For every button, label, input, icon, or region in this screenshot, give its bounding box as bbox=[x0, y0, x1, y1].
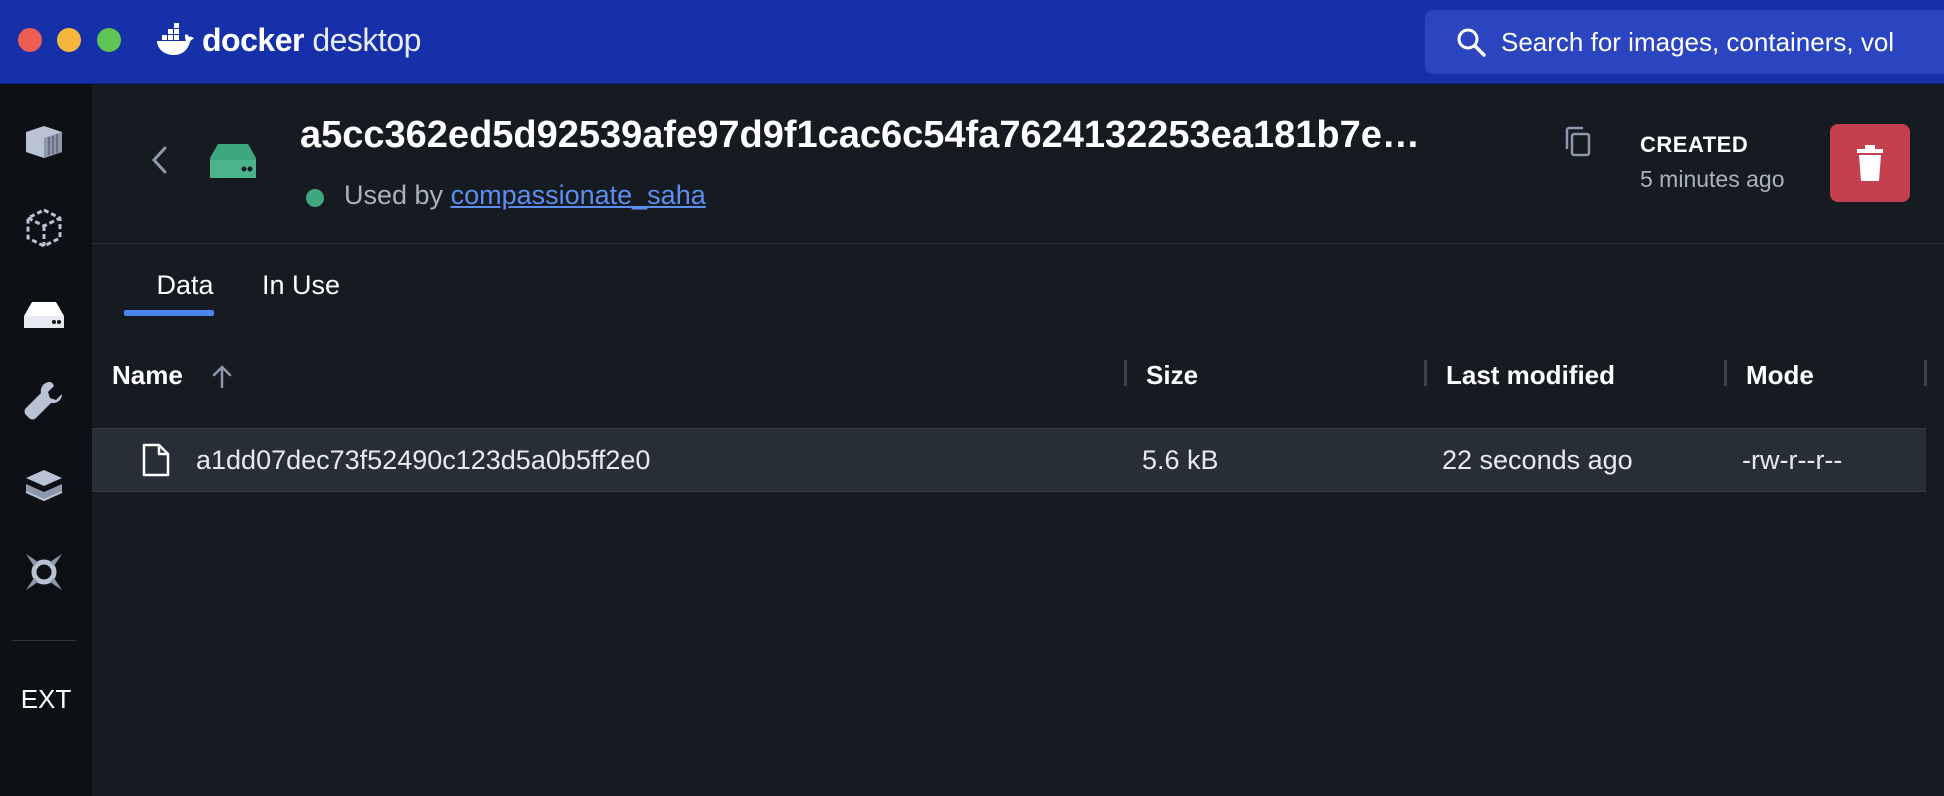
back-button[interactable] bbox=[142, 142, 178, 178]
column-resize-handle[interactable] bbox=[1924, 360, 1927, 386]
used-by-text: Used by compassionate_saha bbox=[344, 180, 706, 210]
docker-whale-icon bbox=[157, 23, 194, 55]
chevron-left-icon bbox=[151, 146, 167, 174]
file-size: 5.6 kB bbox=[1142, 445, 1219, 475]
sidebar: EXT bbox=[0, 84, 92, 796]
table-header: Name Size Last modified Mode bbox=[92, 334, 1944, 428]
column-header-last-modified[interactable]: Last modified bbox=[1446, 360, 1615, 391]
volume-title: a5cc362ed5d92539afe97d9f1cac6c54fa762413… bbox=[300, 114, 1420, 156]
scout-icon bbox=[26, 554, 62, 590]
global-search-bar[interactable]: Search for images, containers, vol bbox=[1425, 10, 1944, 74]
trash-icon bbox=[1857, 145, 1883, 181]
file-last-modified: 22 seconds ago bbox=[1442, 445, 1633, 475]
brand-name: docker desktop bbox=[202, 21, 421, 58]
status-indicator bbox=[306, 189, 324, 207]
tab-data[interactable]: Data bbox=[140, 270, 230, 301]
sidebar-extensions-label[interactable]: EXT bbox=[0, 684, 92, 715]
title-bar: docker desktop Search for images, contai… bbox=[0, 0, 1944, 84]
created-value: 5 minutes ago bbox=[1640, 166, 1785, 192]
column-resize-handle[interactable] bbox=[1424, 360, 1427, 386]
sort-ascending-icon[interactable] bbox=[208, 363, 236, 391]
column-header-mode[interactable]: Mode bbox=[1746, 360, 1814, 391]
volumes-icon bbox=[24, 302, 64, 328]
used-by-container-link[interactable]: compassionate_saha bbox=[451, 180, 706, 210]
tab-bar: Data In Use bbox=[92, 244, 1944, 334]
column-resize-handle[interactable] bbox=[1724, 360, 1727, 386]
maximize-window-button[interactable] bbox=[97, 28, 121, 52]
files-table: Name Size Last modified Mode a1dd07dec73… bbox=[92, 334, 1944, 492]
copy-icon bbox=[1565, 126, 1591, 157]
delete-volume-button[interactable] bbox=[1830, 124, 1910, 202]
file-mode: -rw-r--r-- bbox=[1742, 445, 1843, 475]
table-row[interactable]: a1dd07dec73f52490c123d5a0b5ff2e0 5.6 kB … bbox=[92, 428, 1926, 492]
containers-icon bbox=[26, 126, 62, 158]
wrench-icon bbox=[24, 382, 62, 420]
column-header-size[interactable]: Size bbox=[1146, 360, 1198, 391]
sidebar-divider bbox=[12, 640, 76, 641]
volume-header: a5cc362ed5d92539afe97d9f1cac6c54fa762413… bbox=[92, 84, 1944, 244]
search-placeholder: Search for images, containers, vol bbox=[1501, 26, 1895, 57]
search-icon bbox=[1457, 28, 1486, 57]
copy-id-button[interactable] bbox=[1558, 122, 1598, 162]
column-header-name[interactable]: Name bbox=[112, 360, 236, 391]
main-panel: a5cc362ed5d92539afe97d9f1cac6c54fa762413… bbox=[92, 84, 1944, 796]
sidebar-item-dev-environments[interactable] bbox=[16, 372, 72, 428]
column-resize-handle[interactable] bbox=[1124, 360, 1127, 386]
tab-in-use[interactable]: In Use bbox=[262, 270, 340, 301]
sidebar-item-learning[interactable] bbox=[16, 458, 72, 514]
sidebar-item-scout[interactable] bbox=[16, 544, 72, 600]
close-window-button[interactable] bbox=[18, 28, 42, 52]
sidebar-item-containers[interactable] bbox=[16, 114, 72, 170]
active-tab-indicator bbox=[124, 310, 214, 316]
minimize-window-button[interactable] bbox=[57, 28, 81, 52]
docker-desktop-logo: docker desktop bbox=[156, 20, 421, 60]
stack-icon bbox=[25, 470, 63, 502]
file-name: a1dd07dec73f52490c123d5a0b5ff2e0 bbox=[196, 445, 651, 475]
sidebar-item-volumes[interactable] bbox=[16, 286, 72, 342]
sidebar-item-images[interactable] bbox=[16, 200, 72, 256]
volume-icon bbox=[210, 144, 256, 178]
created-label: CREATED bbox=[1640, 132, 1749, 157]
file-icon bbox=[142, 443, 170, 477]
images-icon bbox=[26, 208, 62, 248]
